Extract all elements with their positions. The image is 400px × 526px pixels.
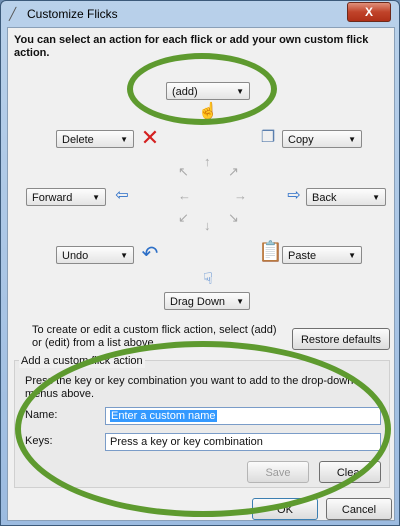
cancel-button[interactable]: Cancel xyxy=(326,498,392,520)
flick-down-left-dropdown[interactable]: Undo ▼ xyxy=(56,246,134,264)
chevron-down-icon: ▼ xyxy=(120,135,128,144)
pen-icon: ╱ xyxy=(9,7,17,21)
highlight-ellipse xyxy=(15,341,391,517)
flick-right-value: Back xyxy=(312,192,337,204)
flick-down-dropdown[interactable]: Drag Down ▼ xyxy=(164,292,250,310)
forward-icon: ⇦ xyxy=(115,187,129,204)
down-arrow-icon: ↓ xyxy=(204,218,211,233)
customize-flicks-dialog: ╱ Customize Flicks X You can select an a… xyxy=(0,0,400,526)
flick-down-right-dropdown[interactable]: Paste ▼ xyxy=(282,246,362,264)
copy-icon: ❐ xyxy=(260,129,276,146)
highlight-ellipse xyxy=(127,53,277,125)
flick-down-left-value: Undo xyxy=(62,250,89,262)
title-bar[interactable]: ╱ Customize Flicks X xyxy=(1,1,399,27)
up-right-arrow-icon: ↗ xyxy=(228,164,239,179)
chevron-down-icon: ▼ xyxy=(348,135,356,144)
flick-up-left-value: Delete xyxy=(62,134,94,146)
flick-up-left-dropdown[interactable]: Delete ▼ xyxy=(56,130,134,148)
flick-down-right-value: Paste xyxy=(288,250,317,262)
flick-down-value: Drag Down xyxy=(170,296,226,308)
back-icon: ⇨ xyxy=(287,187,301,204)
left-arrow-icon: ← xyxy=(178,188,191,203)
flick-down-hand-icon: ☟ xyxy=(203,271,213,288)
restore-defaults-button[interactable]: Restore defaults xyxy=(292,328,390,350)
paste-icon: 📋 xyxy=(258,241,283,263)
close-button[interactable]: X xyxy=(347,2,391,22)
chevron-down-icon: ▼ xyxy=(236,297,244,306)
window-title: Customize Flicks xyxy=(27,7,118,21)
delete-icon: ✕ xyxy=(140,125,160,150)
right-arrow-icon: → xyxy=(234,188,247,203)
chevron-down-icon: ▼ xyxy=(348,251,356,260)
up-arrow-icon: ↑ xyxy=(204,154,211,169)
chevron-down-icon: ▼ xyxy=(120,251,128,260)
down-left-arrow-icon: ↙ xyxy=(178,210,189,225)
chevron-down-icon: ▼ xyxy=(372,193,380,202)
up-left-arrow-icon: ↖ xyxy=(178,164,189,179)
undo-icon: ↶ xyxy=(141,243,159,265)
flick-left-value: Forward xyxy=(32,192,73,204)
chevron-down-icon: ▼ xyxy=(92,193,100,202)
flick-left-dropdown[interactable]: Forward ▼ xyxy=(26,188,106,206)
flick-right-dropdown[interactable]: Back ▼ xyxy=(306,188,386,206)
flick-up-right-dropdown[interactable]: Copy ▼ xyxy=(282,130,362,148)
down-right-arrow-icon: ↘ xyxy=(228,210,239,225)
flick-up-right-value: Copy xyxy=(288,134,314,146)
